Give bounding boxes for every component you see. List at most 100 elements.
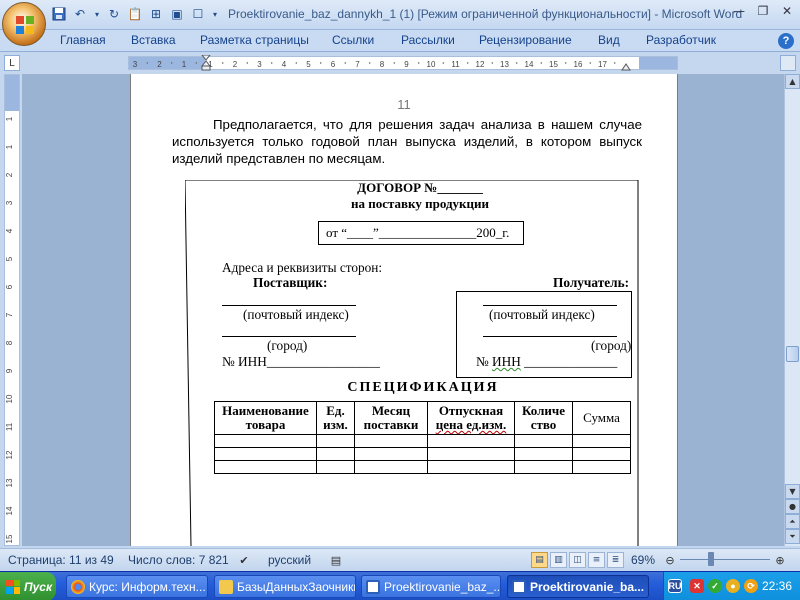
col-header-unit: Ед. изм. [316,401,355,435]
col-header-sum: Сумма [572,401,631,435]
proofing-icon[interactable]: ✔ [236,552,252,568]
tab-developer[interactable]: Разработчик [646,33,716,47]
scroll-thumb[interactable] [786,346,799,362]
start-button[interactable]: Пуск [0,572,56,600]
tab-mailings[interactable]: Рассылки [401,33,455,47]
table-cell[interactable] [214,434,317,448]
table-cell[interactable] [514,434,573,448]
right-indent-marker-icon[interactable] [621,63,631,71]
table-row[interactable] [214,447,631,461]
ruler-tick-label: 15 [5,534,14,543]
help-icon[interactable]: ? [778,33,794,49]
tab-insert[interactable]: Вставка [131,33,176,47]
receiver-address-line[interactable] [483,305,617,306]
word-count[interactable]: Число слов: 7 821 [128,553,229,567]
table-cell[interactable] [427,460,515,474]
ruler-tick-label: 5 [5,256,14,261]
table-cell[interactable] [572,460,631,474]
table-row[interactable] [214,460,631,474]
supplier-city-line[interactable] [222,336,356,337]
supplier-inn[interactable]: № ИНН_________________ [222,354,380,370]
close-button[interactable]: ✕ [776,2,798,20]
office-button[interactable] [2,2,46,46]
messenger-icon[interactable]: ● [726,579,740,593]
supplier-address-line[interactable] [222,305,356,306]
table-cell[interactable] [354,447,428,461]
document-page[interactable]: 11 Предполагается, что для решения задач… [130,74,678,546]
tab-home[interactable]: Главная [60,33,106,47]
image-icon[interactable]: ▣ [168,5,186,23]
contract-date-field[interactable]: от “____”_______________200_г. [318,221,524,245]
redo-icon[interactable]: ↻ [105,5,123,23]
zoom-slider-thumb[interactable] [708,552,715,566]
ruler-toggle-icon[interactable] [780,55,796,71]
ruler-tick-label: 14 [5,506,14,515]
antivirus-icon[interactable]: ✕ [690,579,704,593]
outline-view-button[interactable]: ≡ [588,552,605,568]
table-cell[interactable] [514,460,573,474]
table-cell[interactable] [214,447,317,461]
next-page-icon[interactable]: ⏷ [785,529,800,544]
zoom-slider-track[interactable] [680,559,770,560]
language-indicator[interactable]: русский [268,553,311,567]
macro-record-icon[interactable]: ▤ [328,552,344,568]
table-cell[interactable] [427,434,515,448]
table-cell[interactable] [354,460,428,474]
form-field-icon[interactable]: ☐ [189,5,207,23]
taskbar-button-folder[interactable]: БазыДанныхЗаочники [214,575,356,598]
page-indicator[interactable]: Страница: 11 из 49 [8,553,114,567]
table-row[interactable] [214,434,631,448]
scroll-down-icon[interactable]: ▼ [785,484,800,499]
taskbar-button-word-2[interactable]: Proektirovanie_ba... [507,575,649,598]
minimize-button[interactable]: — [728,2,750,20]
language-bar-icon[interactable]: RU [668,579,682,593]
horizontal-ruler[interactable]: 3 2 1 1 2 3 4 5 6 7 8 9 10 11 12 13 14 15 16 17 [128,55,678,71]
table-cell[interactable] [316,434,355,448]
tab-page-layout[interactable]: Разметка страницы [200,33,309,47]
clipboard-icon[interactable]: 📋 [126,5,144,23]
dropdown-arrow-icon[interactable]: ▾ [92,5,102,23]
zoom-out-icon[interactable]: ⊖ [662,552,678,568]
receiver-city-line[interactable] [483,336,617,337]
vertical-scrollbar[interactable]: ▲ ▼ ● ⏶ ⏷ [784,74,800,546]
table-cell[interactable] [514,447,573,461]
update-icon[interactable]: ⟳ [744,579,758,593]
save-icon[interactable] [50,5,68,23]
previous-page-icon[interactable]: ⏶ [785,514,800,529]
specification-table-body[interactable] [214,434,631,474]
table-cell[interactable] [316,460,355,474]
table-cell[interactable] [354,434,428,448]
table-cell[interactable] [214,460,317,474]
print-layout-view-button[interactable]: ▤ [531,552,548,568]
tab-view[interactable]: Вид [598,33,620,47]
undo-icon[interactable]: ↶ [71,5,89,23]
tab-review[interactable]: Рецензирование [479,33,572,47]
restore-button[interactable]: ❐ [752,2,774,20]
table-cell[interactable] [316,447,355,461]
tab-references[interactable]: Ссылки [332,33,374,47]
network-icon[interactable]: ✓ [708,579,722,593]
scroll-up-icon[interactable]: ▲ [785,74,800,89]
taskbar-button-browser[interactable]: Курс: Информ.техн... [66,575,208,598]
zoom-level[interactable]: 69% [631,553,655,567]
tab-selector-button[interactable]: L [4,55,20,71]
qat-customize-icon[interactable]: ▾ [210,5,220,23]
clock[interactable]: 22:36 [762,579,792,593]
table-icon[interactable]: ⊞ [147,5,165,23]
zoom-in-icon[interactable]: ⊕ [772,552,788,568]
receiver-inn[interactable]: № ИНН ______________ [476,354,617,370]
full-screen-reading-button[interactable]: ▥ [550,552,567,568]
ruler-tick-label: 3 [257,60,262,69]
indent-marker-icon[interactable] [201,55,211,71]
document-area[interactable]: 11 Предполагается, что для решения задач… [22,74,784,546]
table-cell[interactable] [572,447,631,461]
draft-view-button[interactable]: ≣ [607,552,624,568]
taskbar-button-word-1[interactable]: Proektirovanie_baz_... [361,575,501,598]
table-cell[interactable] [427,447,515,461]
select-browse-object-icon[interactable]: ● [785,499,800,514]
web-layout-button[interactable]: ◫ [569,552,586,568]
table-cell[interactable] [572,434,631,448]
specification-table[interactable]: Наименование товара Ед. изм. Месяц поставки… [214,401,631,474]
vertical-ruler[interactable]: 112345678910111213141516 [4,74,20,546]
body-paragraph[interactable]: Предполагается, что для решения задач ан… [172,116,642,167]
